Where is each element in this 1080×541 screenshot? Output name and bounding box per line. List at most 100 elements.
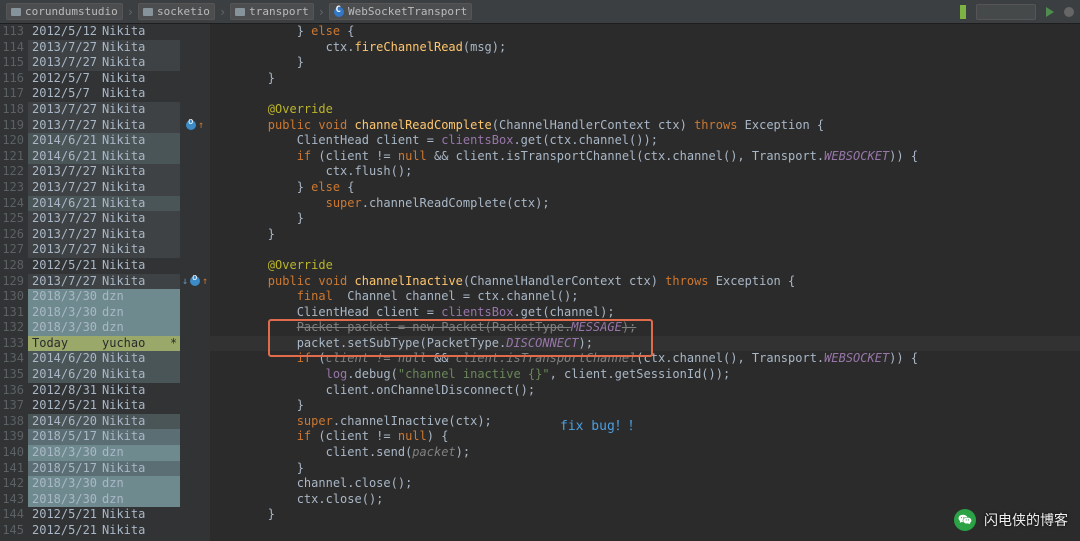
code-line[interactable]: packet.setSubType(PacketType.DISCONNECT)… — [210, 336, 1080, 352]
code-line[interactable] — [210, 242, 1080, 258]
blame-annotation[interactable]: 2018/3/30dzn — [28, 445, 180, 461]
code-line[interactable]: ClientHead client = clientsBox.get(ctx.c… — [210, 133, 1080, 149]
code-line[interactable]: } — [210, 71, 1080, 87]
blame-annotation[interactable]: 2018/3/30dzn — [28, 305, 180, 321]
icon-gutter: ↑↓↑ — [180, 24, 210, 541]
code-token: Packet packet = new Packet(PacketType. — [297, 320, 572, 334]
blame-annotation[interactable]: 2012/5/21Nikita — [28, 258, 180, 274]
code-line[interactable]: } — [210, 55, 1080, 71]
blame-annotation[interactable]: 2013/7/27Nikita — [28, 274, 180, 290]
blame-annotation[interactable]: 2018/3/30dzn — [28, 492, 180, 508]
code-line[interactable]: public void channelReadComplete(ChannelH… — [210, 118, 1080, 134]
breadcrumb-label: socketio — [157, 5, 210, 18]
code-area[interactable]: fix bug！！ 闪电侠的博客 } else { ctx.fireChanne… — [210, 24, 1080, 541]
blame-author: Nikita — [100, 523, 170, 539]
blame-annotation[interactable]: 2018/3/30dzn — [28, 476, 180, 492]
code-token: public void — [268, 118, 355, 132]
code-line[interactable]: ctx.close(); — [210, 492, 1080, 508]
code-line[interactable]: } — [210, 398, 1080, 414]
code-line[interactable]: if (client != null && client.isTransport… — [210, 149, 1080, 165]
blame-annotation[interactable]: Todayyuchao* — [28, 336, 180, 352]
blame-annotation[interactable]: 2012/5/7Nikita — [28, 71, 180, 87]
blame-annotation[interactable]: 2013/7/27Nikita — [28, 164, 180, 180]
blame-annotation[interactable]: 2014/6/20Nikita — [28, 367, 180, 383]
blame-annotation[interactable]: 2014/6/21Nikita — [28, 149, 180, 165]
blame-annotation[interactable]: 2013/7/27Nikita — [28, 118, 180, 134]
blame-annotation[interactable]: 2012/5/21Nikita — [28, 398, 180, 414]
implements-icon[interactable] — [186, 120, 196, 130]
code-line[interactable]: channel.close(); — [210, 476, 1080, 492]
code-token: packet — [412, 445, 455, 459]
code-line[interactable]: super.channelInactive(ctx); — [210, 414, 1080, 430]
breadcrumb-item[interactable]: socketio — [138, 3, 215, 20]
blame-date: 2013/7/27 — [28, 118, 100, 134]
breadcrumb-item[interactable]: WebSocketTransport — [329, 3, 472, 20]
line-number: 126 — [0, 227, 24, 243]
blame-annotation[interactable]: 2014/6/21Nikita — [28, 196, 180, 212]
run-config-dropdown[interactable] — [976, 4, 1036, 20]
code-line[interactable]: } — [210, 211, 1080, 227]
code-line[interactable] — [210, 86, 1080, 102]
blame-date: 2013/7/27 — [28, 211, 100, 227]
code-line[interactable]: } — [210, 227, 1080, 243]
blame-annotation[interactable]: 2018/5/17Nikita — [28, 429, 180, 445]
code-line[interactable]: } else { — [210, 180, 1080, 196]
blame-annotation[interactable]: 2012/5/21Nikita — [28, 523, 180, 539]
blame-annotation[interactable]: 2012/5/21Nikita — [28, 507, 180, 523]
code-token: )) { — [889, 351, 918, 365]
code-token: client != null — [326, 351, 427, 365]
code-line[interactable]: client.send(packet); — [210, 445, 1080, 461]
blame-annotation[interactable]: 2012/8/31Nikita — [28, 383, 180, 399]
code-token: (msg); — [463, 40, 506, 54]
blame-author: Nikita — [100, 86, 170, 102]
code-line[interactable]: super.channelReadComplete(ctx); — [210, 196, 1080, 212]
code-line[interactable]: client.onChannelDisconnect(); — [210, 383, 1080, 399]
code-line[interactable]: ClientHead client = clientsBox.get(chann… — [210, 305, 1080, 321]
blame-annotation[interactable]: 2018/3/30dzn — [28, 320, 180, 336]
override-icon[interactable] — [190, 276, 200, 286]
blame-annotation[interactable]: 2013/7/27Nikita — [28, 180, 180, 196]
blame-annotation[interactable]: 2013/7/27Nikita — [28, 55, 180, 71]
blame-annotation[interactable]: 2013/7/27Nikita — [28, 40, 180, 56]
code-line[interactable]: final Channel channel = ctx.channel(); — [210, 289, 1080, 305]
code-line[interactable]: } else { — [210, 24, 1080, 40]
code-token: (ChannelHandlerContext ctx) — [463, 274, 665, 288]
blame-annotation[interactable]: 2018/5/17Nikita — [28, 461, 180, 477]
code-line[interactable]: } — [210, 461, 1080, 477]
code-line[interactable]: if (client != null && client.isTransport… — [210, 351, 1080, 367]
blame-annotation[interactable]: 2018/3/30dzn — [28, 289, 180, 305]
code-line[interactable]: log.debug("channel inactive {}", client.… — [210, 367, 1080, 383]
blame-annotation[interactable]: 2014/6/21Nikita — [28, 133, 180, 149]
code-line[interactable]: @Override — [210, 102, 1080, 118]
run-icon[interactable] — [1046, 7, 1054, 17]
blame-annotation[interactable]: 2013/7/27Nikita — [28, 242, 180, 258]
breadcrumb-item[interactable]: corundumstudio — [6, 3, 123, 20]
line-number: 144 — [0, 507, 24, 523]
code-line[interactable]: Packet packet = new Packet(PacketType.ME… — [210, 320, 1080, 336]
blame-annotation[interactable]: 2012/5/7Nikita — [28, 86, 180, 102]
blame-date: 2014/6/21 — [28, 196, 100, 212]
code-token: DISCONNECT — [506, 336, 578, 350]
watermark-text: 闪电侠的博客 — [984, 510, 1068, 530]
breadcrumb-item[interactable]: transport — [230, 3, 314, 20]
code-token: } — [210, 507, 275, 521]
blame-annotation[interactable]: 2013/7/27Nikita — [28, 227, 180, 243]
code-line[interactable]: ctx.fireChannelRead(msg); — [210, 40, 1080, 56]
blame-date: 2018/3/30 — [28, 445, 100, 461]
code-line[interactable]: if (client != null) { — [210, 429, 1080, 445]
blame-modified-icon — [170, 476, 180, 492]
blame-annotation[interactable]: 2014/6/20Nikita — [28, 351, 180, 367]
code-line[interactable] — [210, 523, 1080, 539]
code-line[interactable]: public void channelInactive(ChannelHandl… — [210, 274, 1080, 290]
blame-annotation[interactable]: 2013/7/27Nikita — [28, 211, 180, 227]
blame-annotation[interactable]: 2014/6/20Nikita — [28, 414, 180, 430]
debug-icon[interactable] — [1064, 7, 1074, 17]
gutter-icon-row — [180, 196, 210, 212]
blame-annotation[interactable]: 2012/5/12Nikita — [28, 24, 180, 40]
code-token: if — [297, 351, 311, 365]
line-number: 133 — [0, 336, 24, 352]
code-line[interactable]: ctx.flush(); — [210, 164, 1080, 180]
code-line[interactable]: @Override — [210, 258, 1080, 274]
code-line[interactable]: } — [210, 507, 1080, 523]
blame-annotation[interactable]: 2013/7/27Nikita — [28, 102, 180, 118]
